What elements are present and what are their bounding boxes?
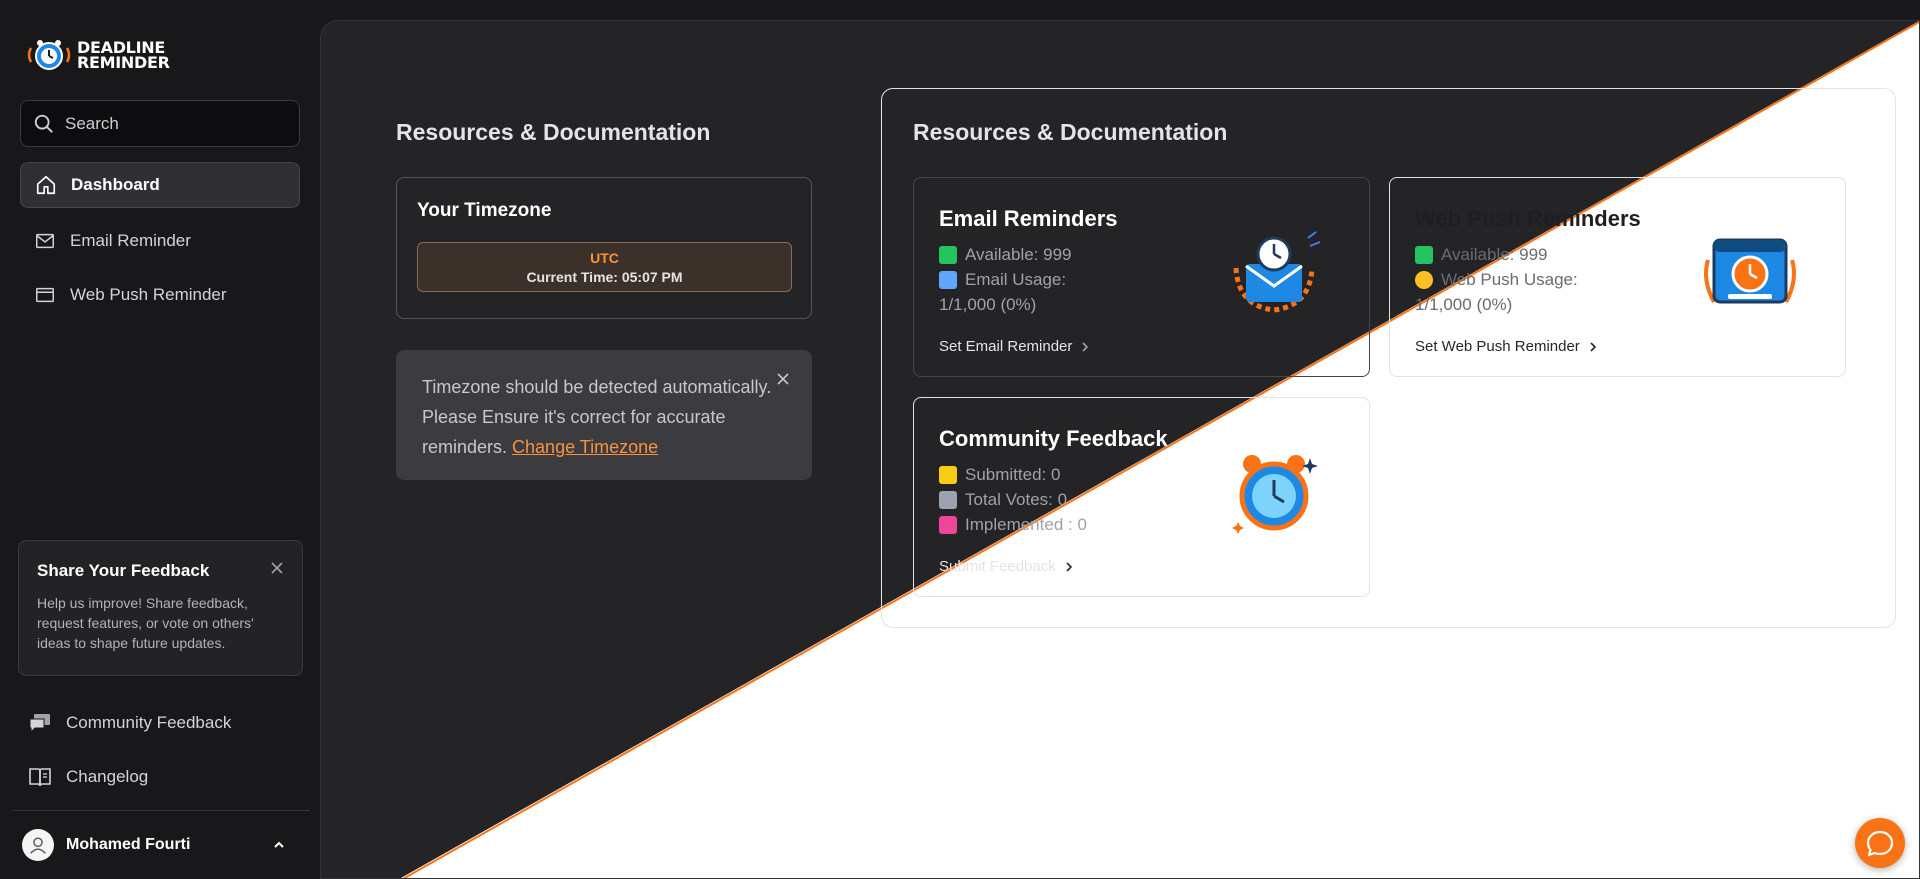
app-logo[interactable]: DEADLINE REMINDER — [27, 38, 170, 72]
search-input[interactable] — [65, 113, 285, 134]
mail-icon — [36, 233, 54, 249]
nav-community-feedback-label: Community Feedback — [66, 713, 232, 732]
check-icon — [1415, 245, 1433, 264]
email-alarm-illustration-icon — [1233, 231, 1321, 313]
nav-community-feedback[interactable]: Community Feedback — [14, 700, 294, 746]
search-icon — [34, 114, 53, 133]
alarm-clock-logo-icon — [27, 40, 71, 70]
clock-feedback-illustration-icon — [1232, 455, 1318, 534]
email-usage-label: Email Usage: — [965, 270, 1067, 289]
chat-icon — [29, 714, 50, 734]
share-feedback-card: Share Your Feedback Help us improve! Sha… — [18, 540, 303, 676]
nav-web-push-reminder-label: Web Push Reminder — [70, 285, 227, 304]
nav-changelog-label: Changelog — [66, 767, 149, 786]
set-email-reminder-label: Set Email Reminder — [939, 338, 1073, 355]
browser-alarm-illustration-icon — [1704, 238, 1796, 304]
home-icon — [36, 175, 56, 195]
webpush-usage-label: Web Push Usage: — [1441, 270, 1578, 289]
search-box[interactable] — [20, 100, 300, 147]
email-available-text: Available: 999 — [965, 245, 1072, 264]
user-menu[interactable]: Mohamed Fourti — [12, 810, 310, 879]
chevron-right-icon — [1590, 341, 1596, 352]
logo-text: DEADLINE REMINDER — [77, 40, 170, 72]
timezone-title: Your Timezone — [417, 200, 552, 221]
community-card-title: Community Feedback — [939, 426, 1168, 451]
submit-feedback-label: Submit Feedback — [939, 558, 1056, 575]
set-web-push-reminder-label: Set Web Push Reminder — [1415, 338, 1580, 355]
chevron-right-icon — [1082, 341, 1089, 352]
community-submitted-text: Submitted: 0 — [965, 465, 1061, 484]
community-votes-text: Total Votes: 0 — [965, 490, 1068, 509]
webpush-card-title: Web Push Reminders — [1415, 206, 1641, 231]
nav-web-push-reminder[interactable]: Web Push Reminder — [20, 272, 300, 318]
webpush-available-text: Available: 999 — [1441, 245, 1548, 264]
chat-support-button[interactable] — [1855, 818, 1905, 868]
ballot-box-icon — [939, 490, 957, 509]
share-feedback-body: Help us improve! Share feedback, request… — [37, 595, 254, 651]
web-push-reminders-card: Web Push Reminders Available: 999 Web Pu… — [1389, 177, 1846, 377]
timezone-alert: Timezone should be detected automaticall… — [396, 350, 812, 480]
timezone-value-box: UTC Current Time: 05:07 PM — [417, 242, 792, 292]
set-email-reminder-link[interactable]: Set Email Reminder — [939, 338, 1090, 355]
user-name: Mohamed Fourti — [66, 836, 191, 853]
timezone-zone: UTC — [590, 249, 619, 266]
nav-email-reminder-label: Email Reminder — [70, 231, 191, 250]
book-icon — [29, 768, 51, 787]
bell-icon — [1415, 270, 1433, 289]
share-feedback-title: Share Your Feedback — [37, 561, 210, 580]
change-timezone-link[interactable]: Change Timezone — [512, 437, 658, 457]
close-icon[interactable] — [270, 561, 284, 575]
nav-dashboard-label: Dashboard — [71, 175, 160, 194]
sidebar: DEADLINE REMINDER Dashboard Email Remind… — [0, 0, 320, 879]
current-time: Current Time: 05:07 PM — [526, 268, 683, 285]
logo-line-2: REMINDER — [77, 53, 170, 72]
main-panel: Resources & Documentation Your Timezone … — [320, 20, 1920, 879]
chevron-right-icon — [1066, 561, 1072, 572]
browser-window-icon — [36, 287, 54, 303]
mailbox-icon — [939, 270, 957, 289]
community-feedback-card: Community Feedback Submitted: 0 Total Vo… — [913, 397, 1370, 597]
left-section-title: Resources & Documentation — [396, 119, 711, 145]
submit-feedback-link[interactable]: Submit Feedback — [939, 558, 1074, 575]
nav-changelog[interactable]: Changelog — [14, 754, 294, 800]
check-icon — [939, 245, 957, 264]
nav-email-reminder[interactable]: Email Reminder — [20, 218, 300, 264]
avatar — [22, 829, 54, 861]
close-icon[interactable] — [776, 372, 790, 386]
party-popper-icon — [939, 515, 957, 534]
email-reminders-card: Email Reminders Available: 999 Email Usa… — [913, 177, 1370, 377]
sparkles-icon — [939, 465, 957, 484]
set-web-push-reminder-link[interactable]: Set Web Push Reminder — [1415, 338, 1598, 355]
chat-bubble-icon — [1866, 830, 1894, 857]
community-implemented-text: Implemented : 0 — [965, 515, 1087, 534]
right-section-title: Resources & Documentation — [913, 119, 1228, 145]
timezone-card: Your Timezone UTC Current Time: 05:07 PM — [396, 177, 812, 319]
chevron-up-icon[interactable] — [272, 838, 286, 852]
nav-dashboard[interactable]: Dashboard — [20, 162, 300, 208]
user-icon — [30, 837, 46, 854]
